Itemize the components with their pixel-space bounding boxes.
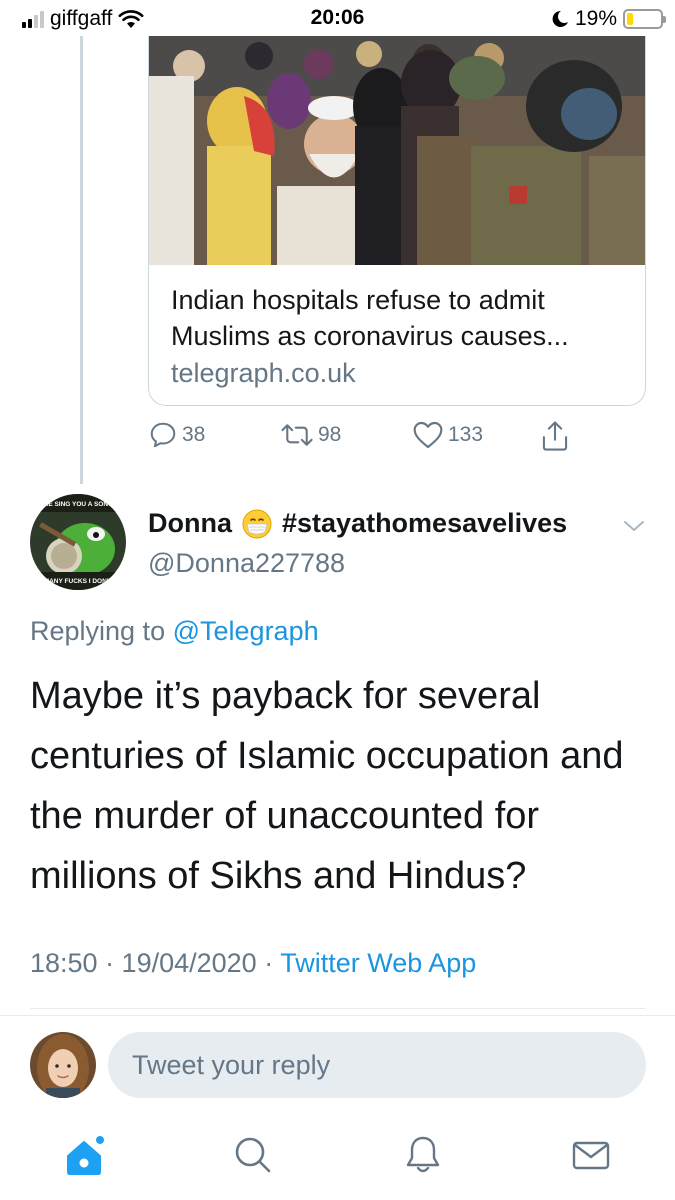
reply-bar-divider: [0, 1015, 675, 1016]
author-display-name: Donna: [148, 508, 232, 538]
chevron-down-icon[interactable]: [622, 518, 646, 534]
heart-icon: [413, 421, 443, 449]
tweet-reply-input[interactable]: Tweet your reply: [108, 1032, 646, 1098]
link-preview-card[interactable]: Indian hospitals refuse to admit Muslims…: [148, 36, 646, 406]
tweet-action-bar: 38 98 133: [148, 420, 588, 456]
tweet-source-link[interactable]: Twitter Web App: [280, 948, 476, 978]
retweet-icon: [281, 424, 313, 446]
current-user-avatar-image: [30, 1032, 96, 1098]
tab-messages[interactable]: [570, 1134, 612, 1181]
tweet-timestamp: 18:50 · 19/04/2020 ·: [30, 948, 274, 978]
reply-count: 38: [182, 423, 206, 446]
battery-icon: [623, 9, 666, 29]
crowd-photo-illustration: [149, 36, 645, 265]
author-display-name-hashtag: #stayathomesavelives: [282, 508, 568, 538]
do-not-disturb-moon-icon: [552, 10, 568, 27]
link-preview-text: Indian hospitals refuse to admit Muslims…: [171, 282, 631, 392]
messages-icon: [572, 1141, 610, 1170]
face-with-medical-mask-emoji-icon: [242, 509, 272, 538]
share-icon: [542, 421, 568, 451]
author-avatar[interactable]: ME SING YOU A SONG MANY FUCKS I DON'T: [30, 494, 126, 590]
avatar-meme-caption-bottom: MANY FUCKS I DON'T: [44, 578, 113, 585]
replying-to-label: Replying to: [30, 616, 166, 646]
link-preview-domain: telegraph.co.uk: [171, 358, 356, 388]
tweet-metadata: 18:50 · 19/04/2020 · Twitter Web App: [30, 948, 476, 979]
replying-to-mention-link[interactable]: @Telegraph: [173, 616, 319, 646]
tab-home[interactable]: [64, 1134, 108, 1183]
search-icon: [235, 1137, 271, 1173]
kermit-banjo-avatar-image: ME SING YOU A SONG MANY FUCKS I DON'T: [30, 494, 126, 590]
link-preview-image: [149, 36, 645, 265]
tab-search[interactable]: [232, 1134, 274, 1181]
share-action[interactable]: [540, 420, 570, 452]
notifications-icon: [406, 1136, 440, 1173]
home-icon: [67, 1136, 104, 1175]
retweet-count: 98: [318, 423, 342, 446]
battery-percentage: 19%: [574, 7, 617, 30]
reply-action[interactable]: 38: [148, 420, 205, 450]
status-bar: giffgaff 20:06 19%: [0, 0, 675, 36]
bottom-tab-bar: [0, 1120, 675, 1200]
link-preview-title: Indian hospitals refuse to admit Muslims…: [171, 285, 569, 351]
tweet-body-text: Maybe it’s payback for several centuries…: [30, 675, 624, 897]
like-count: 133: [448, 423, 484, 446]
tweet-divider: [30, 1008, 645, 1009]
status-right: 19%: [551, 7, 666, 31]
reply-icon: [150, 422, 176, 448]
author-handle[interactable]: @Donna227788: [148, 548, 345, 579]
like-action[interactable]: 133: [412, 420, 483, 450]
avatar-meme-caption-top: ME SING YOU A SONG: [43, 501, 113, 508]
battery-level-fill: [627, 13, 634, 25]
thread-connector-line: [80, 36, 83, 484]
author-name-row[interactable]: Donna #stayathomesavelives: [148, 508, 567, 539]
current-user-avatar[interactable]: [30, 1032, 96, 1098]
retweet-action[interactable]: 98: [280, 420, 341, 450]
tab-notifications[interactable]: [402, 1134, 444, 1181]
replying-to-line: Replying to @Telegraph: [30, 616, 319, 647]
